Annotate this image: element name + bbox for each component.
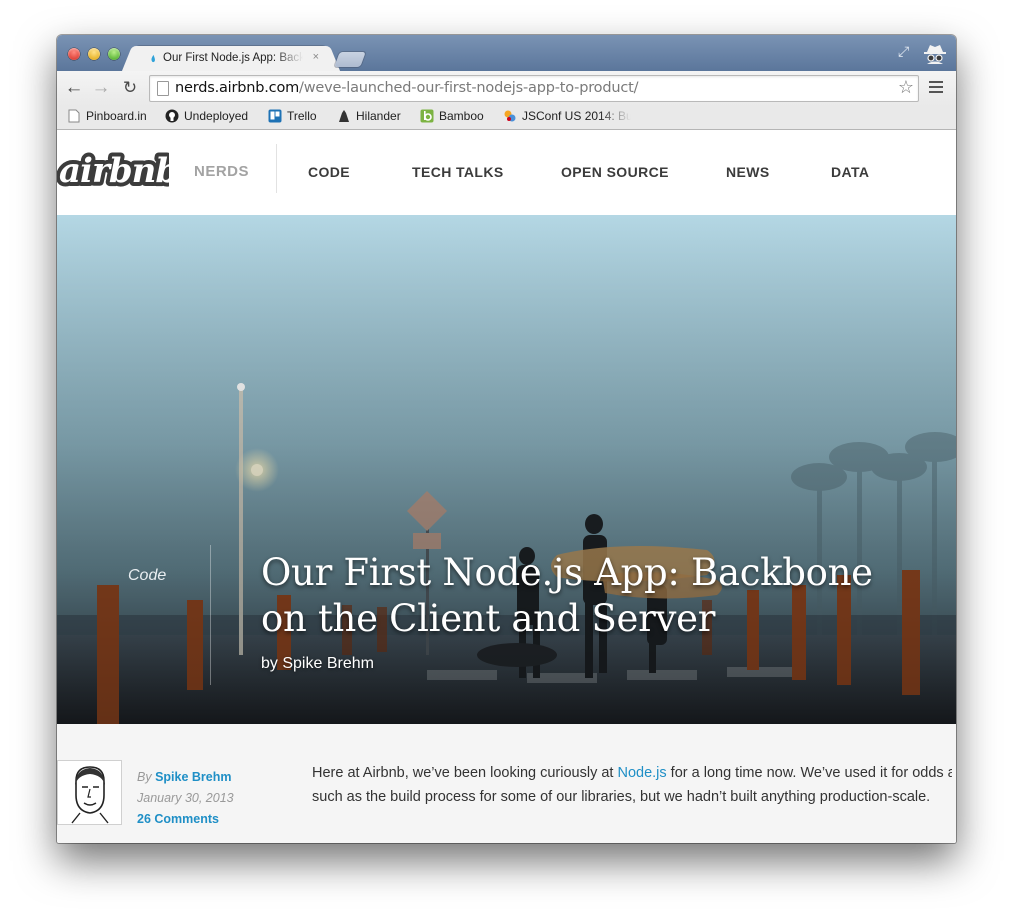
author-link[interactable]: Spike Brehm: [155, 770, 231, 784]
by-label: By: [137, 770, 152, 784]
web-page: airbnb airbnb NERDS CODE TECH TALKS OPEN…: [57, 130, 956, 843]
nav-code[interactable]: CODE: [308, 164, 350, 180]
post-date: January 30, 2013: [137, 791, 234, 805]
hero-title: Our First Node.js App: Backbone on the C…: [261, 550, 941, 642]
author-avatar[interactable]: [57, 760, 122, 825]
incognito-icon: [924, 45, 946, 64]
article-text: Here at Airbnb, we’ve been looking curio…: [312, 765, 618, 781]
author-line: By Spike Brehm: [137, 770, 232, 784]
bookmark-label: Pinboard.in: [86, 109, 147, 123]
hero-title-line-2: on the Client and Server: [261, 597, 716, 640]
zoom-window-button[interactable]: [108, 48, 120, 60]
bookmark-star-icon[interactable]: ☆: [898, 77, 914, 98]
author-portrait-icon: [71, 766, 109, 824]
comments-link[interactable]: 26 Comments: [137, 812, 219, 826]
trello-icon: [268, 109, 282, 123]
bookmark-pinboard[interactable]: Pinboard.in: [67, 109, 147, 126]
url-path: /weve-launched-our-first-nodejs-app-to-p…: [299, 80, 639, 96]
section-label-nerds[interactable]: NERDS: [194, 163, 249, 180]
hero-title-line-1: Our First Node.js App: Backbone: [261, 551, 873, 594]
new-tab-button[interactable]: [334, 52, 366, 67]
title-bar: Our First Node.js App: Backbone on the C…: [57, 35, 956, 71]
tab-close-icon[interactable]: ×: [313, 51, 319, 63]
bookmark-hilander[interactable]: Hilander: [337, 109, 401, 126]
address-bar[interactable]: nerds.airbnb.com/weve-launched-our-first…: [149, 75, 919, 102]
hilander-icon: [339, 110, 349, 122]
browser-toolbar: ← → ↻ nerds.airbnb.com/weve-launched-our…: [57, 71, 956, 106]
minimize-window-button[interactable]: [88, 48, 100, 60]
fullscreen-icon[interactable]: ⤢: [898, 43, 914, 59]
article-section: By Spike Brehm January 30, 2013 26 Comme…: [57, 724, 956, 843]
hero-byline: by Spike Brehm: [261, 655, 374, 672]
nav-news[interactable]: NEWS: [726, 164, 770, 180]
bookmark-jsconf[interactable]: JSConf US 2014: Buil: [503, 109, 631, 126]
bamboo-icon: [420, 109, 434, 123]
article-body: Here at Airbnb, we’ve been looking curio…: [312, 761, 952, 809]
hero-category[interactable]: Code: [128, 567, 166, 585]
close-window-button[interactable]: [68, 48, 80, 60]
url-text[interactable]: nerds.airbnb.com/weve-launched-our-first…: [175, 80, 638, 96]
bookmark-trello[interactable]: Trello: [268, 109, 317, 126]
reload-icon[interactable]: ↻: [119, 77, 141, 99]
tab-active[interactable]: Our First Node.js App: Backbone on the C…: [135, 46, 327, 71]
bookmark-label: Bamboo: [439, 109, 484, 123]
site-header: airbnb airbnb NERDS CODE TECH TALKS OPEN…: [57, 130, 956, 216]
svg-text:airbnb: airbnb: [59, 151, 169, 191]
bookmark-label: Trello: [287, 109, 317, 123]
hero-photo: [57, 215, 956, 724]
bookmarks-bar: Pinboard.in Undeployed Trello Hilander B…: [57, 106, 956, 130]
hero-divider: [210, 545, 211, 685]
nav-tech-talks[interactable]: TECH TALKS: [412, 164, 504, 180]
tab-title: Our First Node.js App: Backbone on the C…: [163, 52, 303, 64]
browser-window: Our First Node.js App: Backbone on the C…: [57, 35, 956, 843]
forward-arrow-icon[interactable]: →: [90, 77, 112, 99]
airbnb-logo[interactable]: airbnb airbnb: [57, 148, 169, 192]
back-arrow-icon[interactable]: ←: [63, 77, 85, 99]
page-icon: [68, 109, 80, 123]
nav-data[interactable]: DATA: [831, 164, 869, 180]
airbnb-favicon-icon: [151, 54, 155, 63]
article-line-2: such as the build process for some of ou…: [312, 789, 931, 805]
bookmark-bamboo[interactable]: Bamboo: [420, 109, 484, 126]
bookmark-label: JSConf US 2014: Buil: [522, 109, 631, 123]
github-icon: [165, 109, 179, 123]
bookmark-label: Hilander: [356, 109, 401, 123]
article-line-1: Here at Airbnb, we’ve been looking curio…: [312, 761, 952, 785]
hero-banner: Code Our First Node.js App: Backbone on …: [57, 215, 956, 724]
nodejs-link[interactable]: Node.js: [617, 765, 666, 781]
nav-open-source[interactable]: OPEN SOURCE: [561, 164, 669, 180]
bookmark-label: Undeployed: [184, 109, 249, 123]
page-icon: [157, 81, 169, 96]
header-divider: [276, 144, 277, 193]
jsconf-icon: [504, 110, 516, 122]
url-host: nerds.airbnb.com: [175, 80, 300, 96]
bookmark-undeployed[interactable]: Undeployed: [165, 109, 248, 126]
menu-icon[interactable]: [929, 81, 943, 96]
article-text: for a long time now. We’ve used it for o…: [670, 765, 952, 781]
